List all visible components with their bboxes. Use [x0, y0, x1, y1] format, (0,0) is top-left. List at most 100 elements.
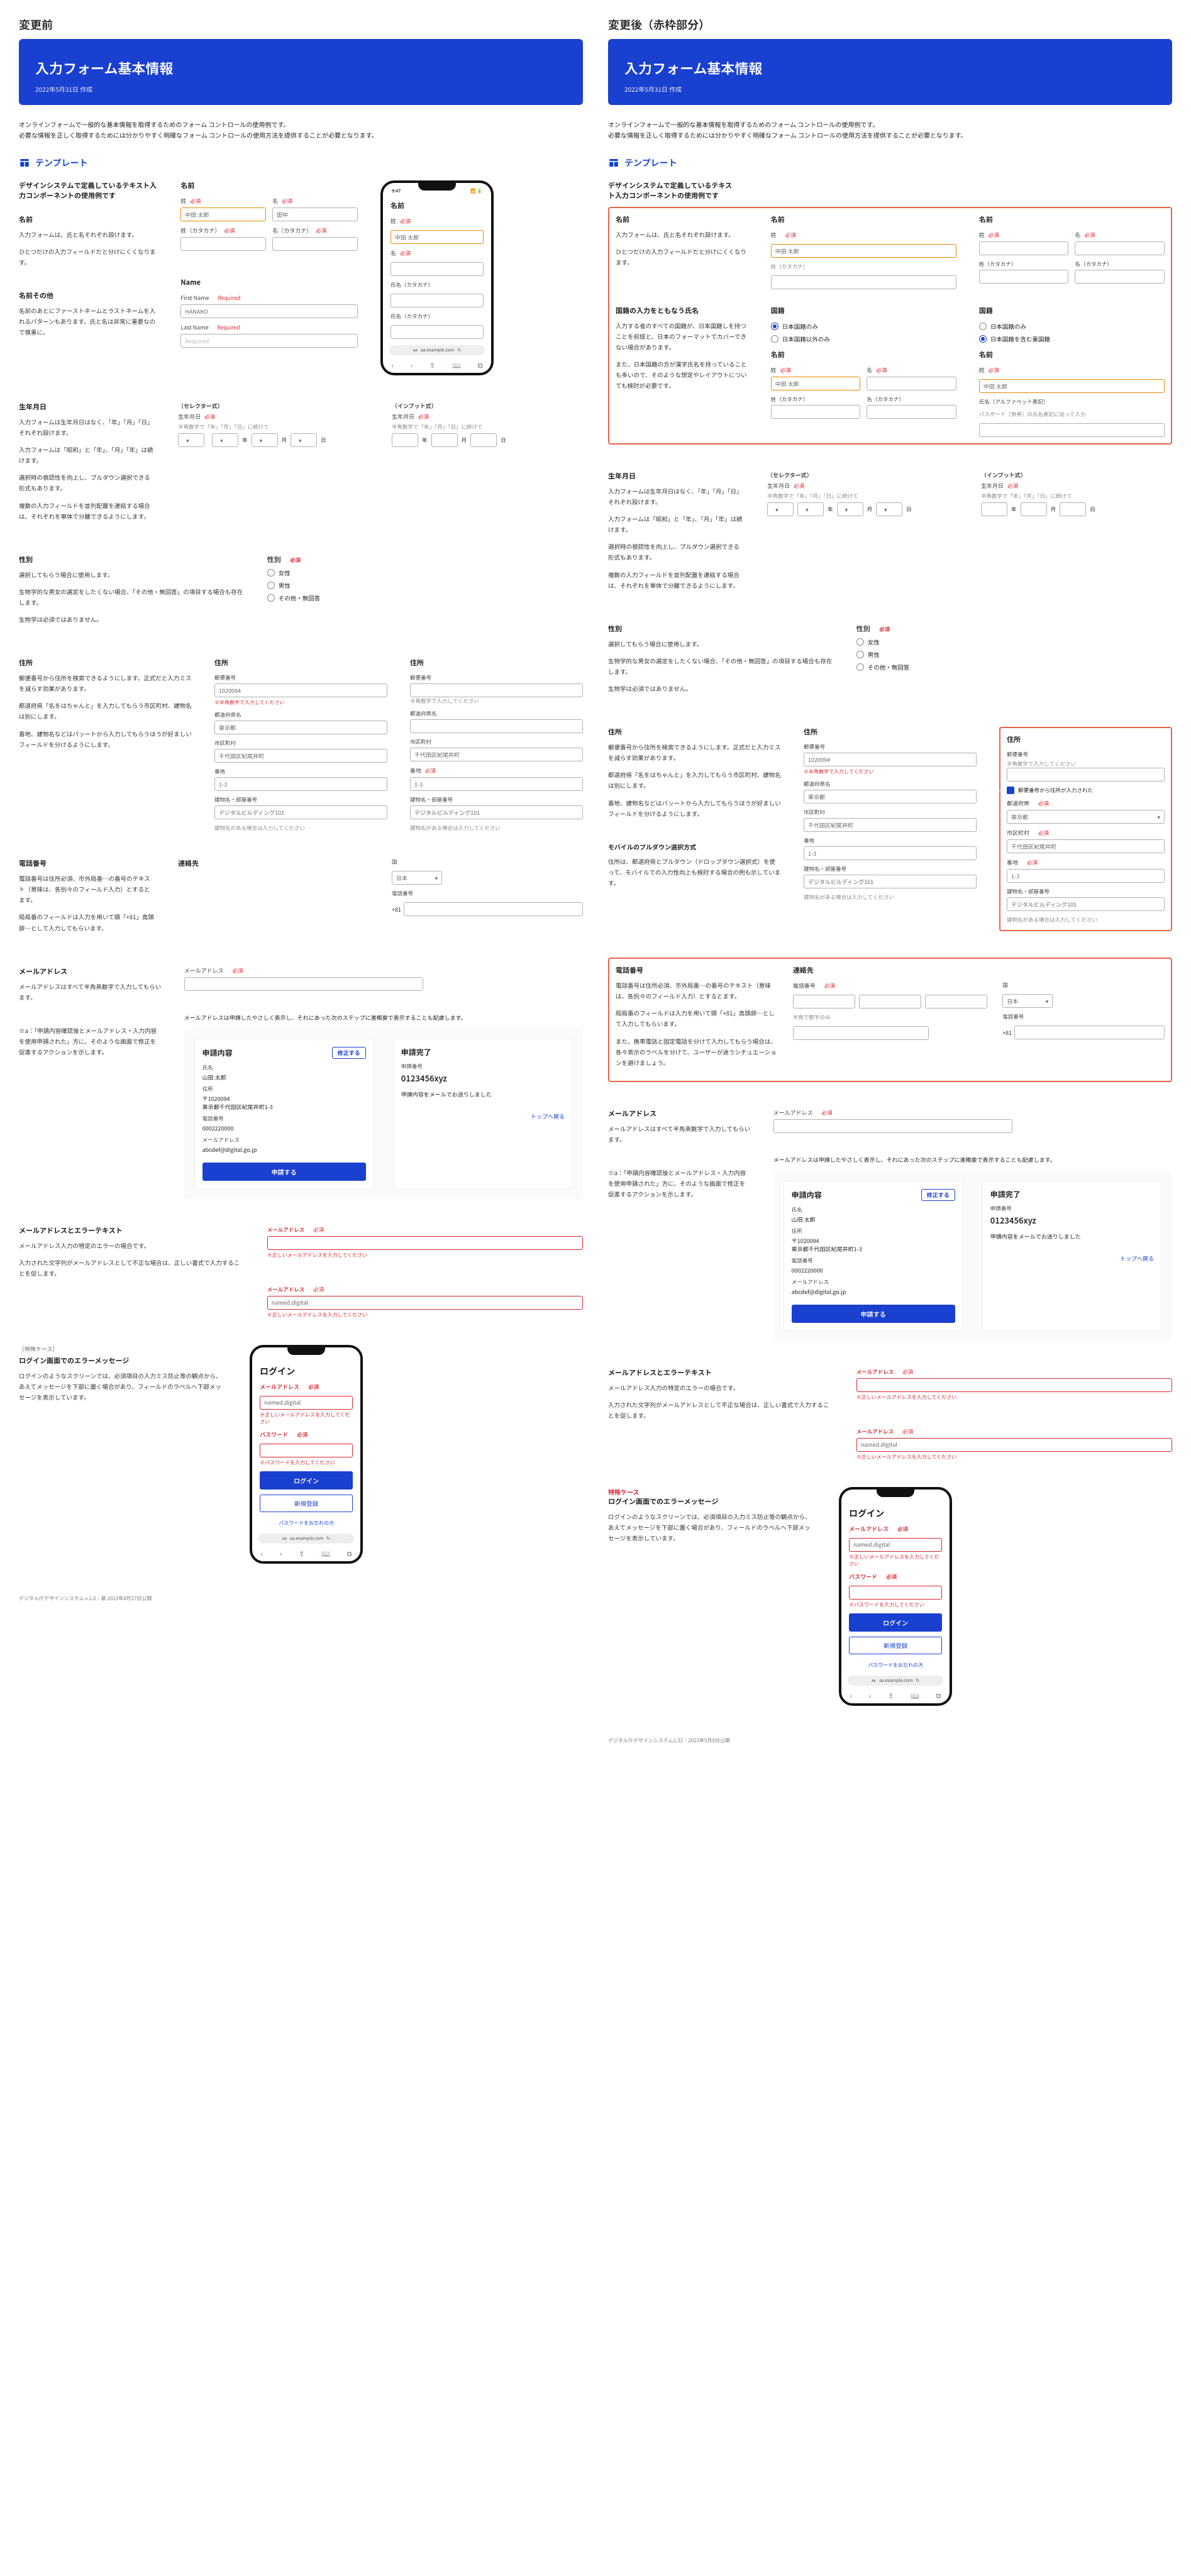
mail-section-r: メールアドレス メールアドレスはすべて半角英数字で入力してもらいます。 ※a：「… — [608, 1108, 1172, 1341]
dob-sel-h: （セレクター式） — [178, 402, 369, 410]
forgot-link[interactable]: パスワードをお忘れの方 — [279, 1520, 334, 1527]
dob-d-input[interactable] — [470, 433, 497, 447]
nat-r2[interactable]: 日本国籍以外のみ — [771, 334, 956, 343]
dob-y-input[interactable] — [392, 433, 418, 447]
after-heading: 変更後（赤枠部分） — [608, 16, 1172, 33]
pref-select-m[interactable]: 東京都 — [1007, 810, 1165, 824]
sei-lbl: 姓 — [180, 197, 186, 205]
login-mail-input[interactable]: named.digital — [260, 1396, 353, 1410]
r-seikana-input[interactable] — [771, 275, 956, 289]
bld-input[interactable]: デジタルビルディング101 — [214, 805, 387, 819]
nat2-name-input[interactable]: 中田 太郎 — [979, 379, 1165, 393]
meikana-input[interactable] — [272, 237, 358, 251]
banchi-input[interactable]: 1-3 — [214, 777, 387, 791]
dob-y-select[interactable] — [212, 433, 238, 447]
sex-section-r: 性別 選択してもらう場合に使用します。 生物学的な男女の選定をしたくない場合、「… — [608, 624, 1172, 700]
phone-nav-2[interactable]: ‹›⇪📖⧉ — [252, 1546, 360, 1559]
pref-input-2[interactable] — [410, 719, 583, 733]
name-other-h: 名前その他 — [19, 290, 158, 301]
template-section-title: テンプレート — [19, 157, 583, 169]
name-section-changed: 名前 入力フォームは、氏と名それぞれ設けます。 ひとつだけの入力フィールドだと分… — [608, 207, 1172, 445]
login-h: ログイン画面でのエラーメッセージ — [19, 1356, 227, 1366]
first-req: Required — [218, 294, 241, 302]
hero-date: 2022年5月31日 作成 — [35, 84, 567, 94]
mail-err-section: メールアドレスとエラーテキスト メールアドレス入力の特定のエラーの場合です。 入… — [19, 1225, 583, 1318]
phone-nav[interactable]: ‹›⇪📖⧉ — [383, 358, 491, 370]
r-sei-input[interactable]: 中田 太郎 — [771, 244, 956, 258]
noaddr-checkbox[interactable]: 郵便番号から住所が入力された — [1007, 787, 1165, 794]
last-input[interactable]: Required — [180, 334, 358, 348]
r-sei-input-2[interactable] — [979, 241, 1069, 255]
intro: オンラインフォームで一般的な基本情報を取得するためのフォーム コントロールの使用… — [19, 119, 583, 140]
dob-m-select[interactable] — [252, 433, 278, 447]
mail-err-input-2[interactable]: named.digital — [267, 1296, 583, 1310]
name-notes: デザインシステムで定義しているテキスト入力コンポーネントの使用例です 名前 入力… — [19, 180, 158, 375]
city-input[interactable]: 千代田区紀尾井町 — [214, 749, 387, 763]
sex-r2[interactable]: 男性 — [267, 581, 583, 590]
zip-input-2[interactable] — [410, 683, 583, 697]
zip-input[interactable]: 1020094 — [214, 683, 387, 697]
dob-inp-h: （インプット式） — [392, 402, 583, 410]
tel-part-1[interactable] — [793, 995, 855, 1009]
addr-h: 住所 — [19, 658, 192, 668]
bld-input-2[interactable]: デジタルビルディング101 — [410, 805, 583, 819]
submit-button[interactable]: 申請する — [202, 1163, 366, 1181]
tel-h: 電話番号 — [19, 858, 155, 868]
intl-tel-input[interactable] — [404, 902, 583, 916]
back-link[interactable]: トップへ戻る — [531, 1112, 565, 1120]
country-select[interactable]: 日本 — [392, 871, 442, 885]
login-pw-input[interactable] — [260, 1444, 353, 1457]
signal-icon: 📶 🔋 — [470, 188, 482, 194]
footer-right: デジタル庁デザインシステム1.32｜2023年5月X日公開 — [608, 1737, 1172, 1744]
tel-part-3[interactable] — [925, 995, 987, 1009]
mei-lbl: 名 — [272, 197, 278, 205]
tel-part-2[interactable] — [859, 995, 921, 1009]
before-heading: 変更前 — [19, 16, 583, 33]
mail-input[interactable] — [184, 977, 424, 991]
phone-kana2-input[interactable] — [391, 325, 484, 339]
template-label: テンプレート — [35, 157, 88, 169]
apply-done-panel: 申請完了 申請番号 0123456xyz 申請内容をメールでお送りしました トッ… — [393, 1039, 573, 1189]
nat2-alpha-input[interactable] — [979, 423, 1165, 437]
template-icon-r — [608, 157, 619, 169]
login-button[interactable]: ログイン — [260, 1471, 353, 1490]
zip-err: ※半角数字で入力してください — [214, 699, 387, 706]
mei-req: 必須 — [282, 197, 292, 205]
dob-era-select[interactable] — [178, 433, 204, 447]
phone-kana-input[interactable] — [391, 294, 484, 307]
r-mei-input-2[interactable] — [1075, 241, 1165, 255]
nat2-r1[interactable]: 日本国籍のみ — [979, 322, 1165, 331]
banchi-input-2[interactable]: 1-3 — [410, 777, 583, 791]
phone-urlbar[interactable]: ᴀᴀaa.example.com↻ — [389, 345, 485, 355]
sex-r3[interactable]: その他・無回答 — [267, 594, 583, 602]
seikana-input[interactable] — [180, 237, 266, 251]
nat-desc-h: 国籍の入力をともなう氏名 — [616, 306, 748, 316]
intro-line-1: オンラインフォームで一般的な基本情報を取得するためのフォーム コントロールの使用… — [19, 119, 289, 129]
tel-single-input[interactable] — [793, 1026, 929, 1040]
phone-sei-input[interactable]: 中田 太郎 — [391, 230, 484, 244]
name-en-title: Name — [180, 277, 358, 287]
before-column: 変更前 入力フォーム基本情報 2022年5月31日 作成 オンラインフォームで一… — [19, 13, 583, 1744]
zip-input-m[interactable] — [1007, 768, 1165, 782]
phone-mei-input[interactable] — [391, 262, 484, 276]
seikana-lbl: 姓（カタカナ） — [180, 226, 220, 235]
mei-input[interactable]: 田中 — [272, 207, 358, 221]
sex-r1[interactable]: 女性 — [267, 568, 583, 577]
nat-r1[interactable]: 日本国籍のみ — [771, 322, 956, 331]
city-input-2[interactable]: 千代田区紀尾井町 — [410, 748, 583, 761]
pref-input[interactable]: 東京都 — [214, 721, 387, 734]
template-icon — [19, 157, 30, 169]
nat2-r3[interactable]: 日本国籍を含む重国籍 — [979, 334, 1165, 343]
first-input[interactable]: HANAKO — [180, 304, 358, 318]
name-desc-h: デザインシステムで定義しているテキスト入力コンポーネントの使用例です — [19, 180, 158, 201]
login-urlbar[interactable]: ᴀᴀaa.example.com↻ — [258, 1534, 354, 1544]
apply-confirm-panel: 申請内容修正する 氏名 山田 太郎 住所 〒1020094 東京都千代田区紀尾井… — [194, 1039, 374, 1189]
dob-m-input[interactable] — [431, 433, 458, 447]
dob-d-select[interactable] — [291, 433, 317, 447]
name-other-p: 名前のあとにファーストネームとラストネームを入れるパターンもあります。氏と名は非… — [19, 306, 158, 338]
signup-button[interactable]: 新規登録 — [260, 1495, 353, 1512]
mail-section: メールアドレス メールアドレスはすべて半角英数字で入力してもらいます。 ※a：「… — [19, 966, 583, 1199]
mail-err-input-1[interactable] — [267, 1236, 583, 1250]
sei-input[interactable]: 中田 太郎 — [180, 207, 266, 221]
edit-button[interactable]: 修正する — [332, 1047, 366, 1059]
